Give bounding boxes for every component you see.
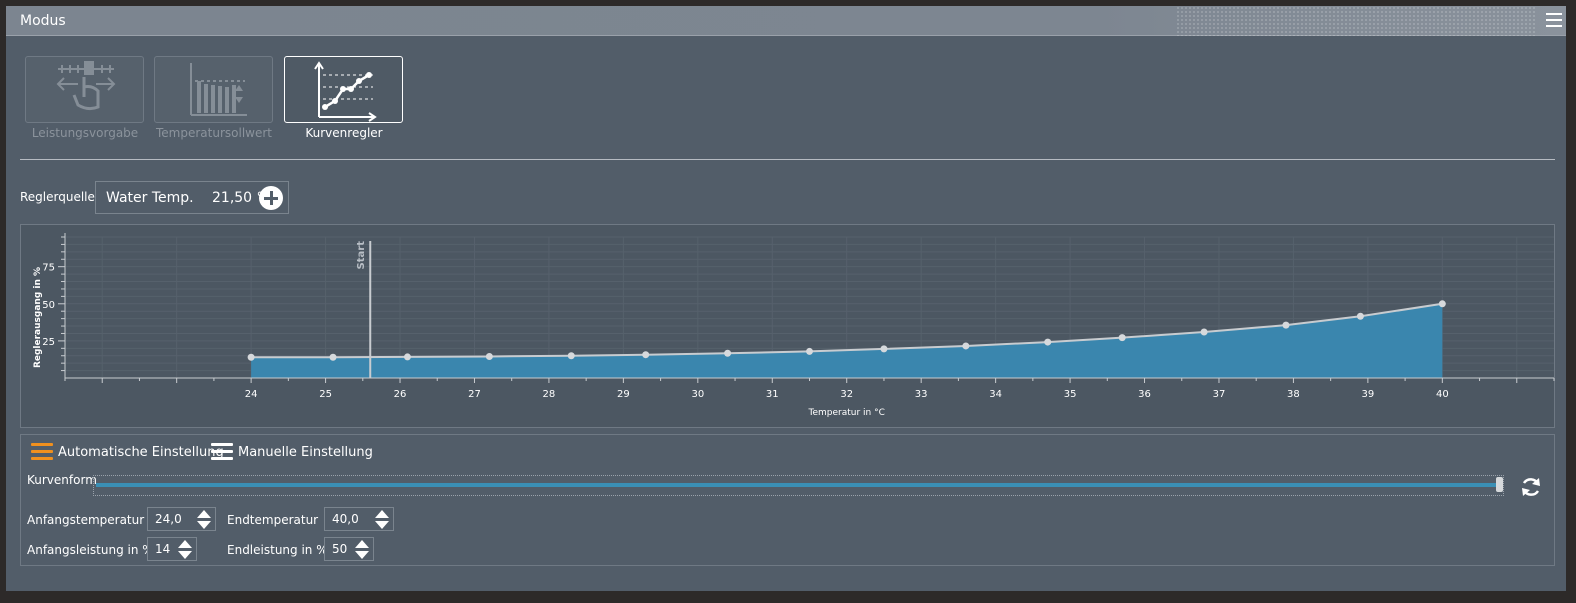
- curve-chart-svg[interactable]: 24 25 26 27 28 29 30 31 32 33 34 35 36 37 38 39 40 25 50 75…: [21, 225, 1556, 429]
- start-power-value: 14: [155, 542, 171, 556]
- manual-setting-icon: [211, 443, 233, 463]
- x-tick-label: 37: [1213, 389, 1226, 400]
- x-tick-label: 25: [319, 389, 332, 400]
- x-axis-label: Temperatur in °C: [808, 408, 885, 418]
- x-tick-label: 34: [989, 389, 1002, 400]
- power-slider-hand-icon: [56, 61, 116, 111]
- x-tick-label: 31: [766, 389, 779, 400]
- curve-point[interactable]: [247, 353, 255, 361]
- x-tick-label: 40: [1436, 389, 1449, 400]
- slider-track: [96, 483, 1496, 487]
- end-power-stepper-icon[interactable]: [355, 540, 370, 560]
- auto-setting-label: Automatische Einstellung: [58, 445, 224, 460]
- window-title: Modus: [20, 13, 66, 29]
- curve-controller-icon: [314, 61, 377, 122]
- end-temp-label: Endtemperatur: [227, 513, 319, 527]
- x-tick-label: 32: [840, 389, 853, 400]
- end-temp-value: 40,0: [332, 512, 359, 526]
- x-tick-label: 30: [691, 389, 704, 400]
- curve-point[interactable]: [1118, 334, 1126, 342]
- mode-label-kurvenregler: Kurvenregler: [305, 126, 383, 140]
- refresh-icon[interactable]: [1519, 475, 1543, 499]
- curve-point[interactable]: [1282, 321, 1290, 329]
- y-axis-label: Reglerausgang in %: [33, 267, 43, 368]
- curve-point[interactable]: [1438, 300, 1446, 308]
- curve-shape-slider[interactable]: [93, 475, 1504, 496]
- start-power-spinbox[interactable]: 14: [147, 537, 197, 561]
- end-temp-spinbox[interactable]: 40,0: [324, 507, 394, 531]
- curve-point[interactable]: [403, 353, 411, 361]
- x-tick-label: 24: [245, 389, 258, 400]
- x-tick-label: 33: [915, 389, 928, 400]
- end-power-spinbox[interactable]: 50: [324, 537, 374, 561]
- x-tick-label: 29: [617, 389, 630, 400]
- y-tick-label: 50: [42, 300, 55, 311]
- x-tick-label: 35: [1064, 389, 1077, 400]
- x-tick-label: 28: [543, 389, 556, 400]
- x-tick-label: 38: [1287, 389, 1300, 400]
- curve-settings-panel: Automatische Einstellung Manuelle Einste…: [20, 434, 1555, 566]
- auto-setting-icon: [31, 443, 53, 463]
- start-temp-stepper-icon[interactable]: [197, 510, 212, 530]
- mode-label-temperatursollwert: Temperatursollwert: [156, 126, 272, 140]
- end-temp-stepper-icon[interactable]: [375, 510, 390, 530]
- curve-point[interactable]: [1044, 338, 1052, 346]
- source-name: Water Temp.: [106, 190, 194, 206]
- x-tick-label: 39: [1362, 389, 1375, 400]
- curve-point[interactable]: [485, 352, 493, 360]
- start-temp-spinbox[interactable]: 24,0: [147, 507, 216, 531]
- curve-point[interactable]: [724, 349, 732, 357]
- y-tick-label: 75: [42, 263, 55, 274]
- curve-point[interactable]: [1356, 312, 1364, 320]
- curve-point[interactable]: [329, 353, 337, 361]
- source-label: Reglerquelle: [20, 190, 95, 204]
- hamburger-menu-icon[interactable]: [1546, 13, 1562, 27]
- start-temp-value: 24,0: [155, 512, 182, 526]
- mode-button-kurvenregler[interactable]: [284, 56, 403, 123]
- start-marker-label: Start: [356, 241, 367, 270]
- manual-setting-label: Manuelle Einstellung: [238, 445, 373, 460]
- title-pattern: [1176, 6, 1536, 36]
- mode-label-leistungsvorgabe: Leistungsvorgabe: [31, 126, 139, 140]
- title-bar: Modus: [6, 6, 1566, 36]
- curve-point[interactable]: [1200, 328, 1208, 336]
- start-temp-label: Anfangstemperatur: [27, 513, 145, 527]
- curve-shape-label: Kurvenform: [27, 473, 97, 487]
- source-selector[interactable]: Water Temp. 21,50 °C: [95, 181, 289, 214]
- x-tick-label: 26: [394, 389, 407, 400]
- end-power-label: Endleistung in %: [227, 543, 328, 557]
- slider-thumb[interactable]: [1496, 477, 1503, 492]
- end-power-value: 50: [332, 542, 348, 556]
- mode-button-temperatursollwert[interactable]: [154, 56, 273, 123]
- mode-button-leistungsvorgabe[interactable]: [25, 56, 144, 123]
- curve-point[interactable]: [880, 345, 888, 353]
- x-tick-label: 36: [1138, 389, 1151, 400]
- curve-chart[interactable]: 24 25 26 27 28 29 30 31 32 33 34 35 36 37 38 39 40 25 50 75…: [20, 224, 1555, 428]
- curve-point[interactable]: [642, 351, 650, 359]
- curve-point[interactable]: [806, 347, 813, 355]
- curve-point[interactable]: [962, 342, 970, 350]
- modus-window: Modus Leistungsvorgabe Temperatursollwer…: [6, 6, 1566, 591]
- x-tick-label: 27: [468, 389, 481, 400]
- start-power-label: Anfangsleistung in %: [27, 543, 154, 557]
- divider: [20, 159, 1555, 160]
- y-tick-label: 25: [42, 337, 55, 348]
- curve-point[interactable]: [567, 352, 575, 360]
- temperature-setpoint-icon: [190, 63, 247, 116]
- add-source-icon[interactable]: [259, 186, 283, 210]
- start-power-stepper-icon[interactable]: [178, 540, 193, 560]
